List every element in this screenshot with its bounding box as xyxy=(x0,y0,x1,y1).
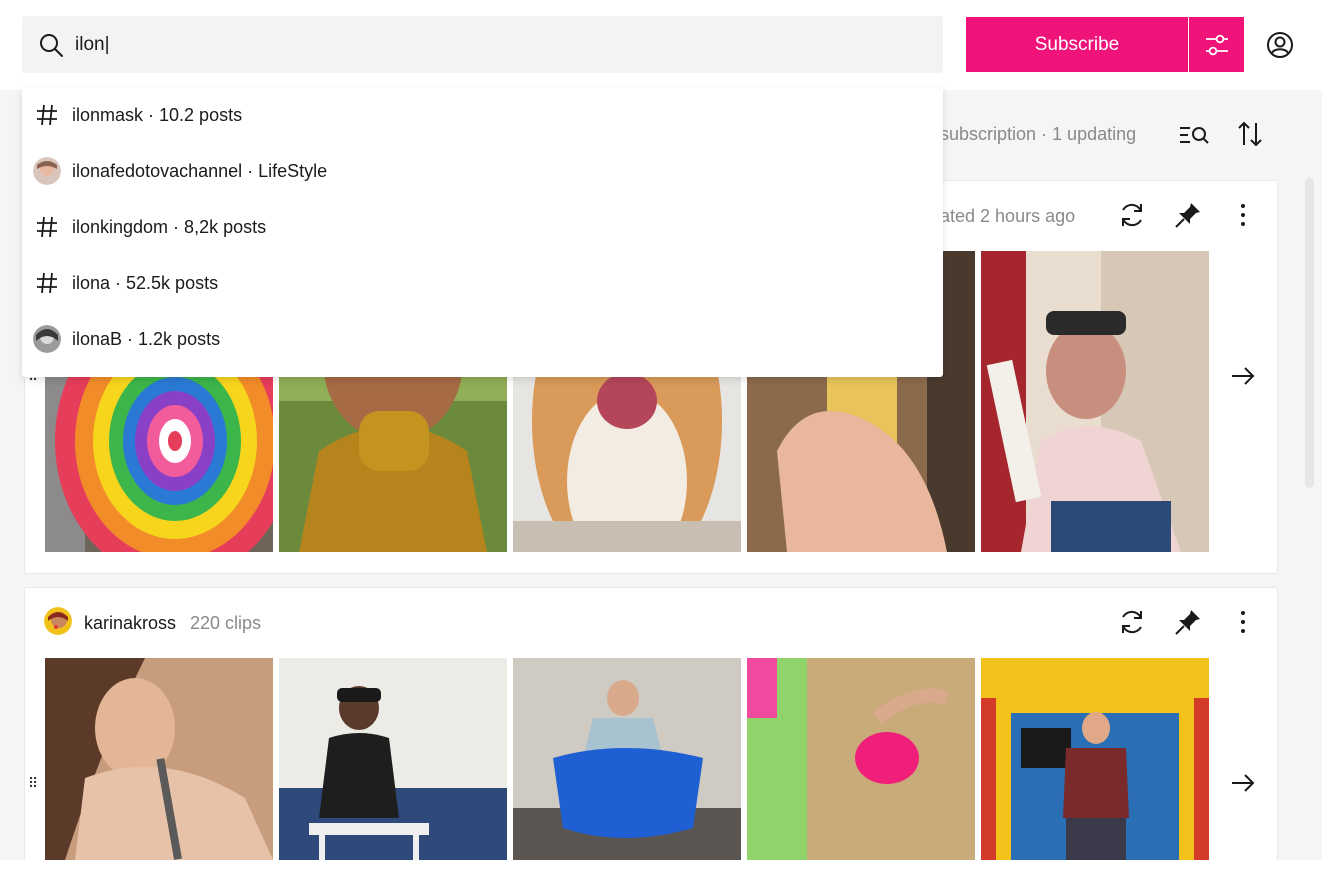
clip-thumbnail[interactable] xyxy=(981,658,1209,860)
clip-count: 220 clips xyxy=(190,613,262,633)
more-icon[interactable] xyxy=(1228,200,1258,230)
clip-thumbnail[interactable] xyxy=(279,658,507,860)
suggestion-label: ilona · 52.5k posts xyxy=(72,272,219,293)
card-updated-text: ated 2 hours ago xyxy=(940,206,1076,226)
avatar xyxy=(44,607,72,635)
filter-sliders-icon xyxy=(1205,34,1228,55)
avatar xyxy=(33,325,61,353)
pin-icon[interactable] xyxy=(1173,200,1203,230)
suggestion-item[interactable]: ilonafedotovachannel · LifeStyle xyxy=(22,143,943,199)
search-input[interactable]: ilon| xyxy=(75,34,110,56)
suggestion-item[interactable]: ilona · 52.5k posts xyxy=(22,255,943,311)
suggestion-label: ilonafedotovachannel · LifeStyle xyxy=(72,160,328,181)
top-bar: ilon| Subscribe xyxy=(0,0,1322,90)
clip-thumbnail[interactable] xyxy=(513,658,741,860)
sort-icon[interactable] xyxy=(1236,119,1264,149)
search-icon xyxy=(40,34,63,57)
avatar xyxy=(33,157,61,185)
search-suggestions: ilonmask · 10.2 posts ilonafedotovachann… xyxy=(22,87,943,377)
hashtag-icon xyxy=(34,214,60,240)
search-box[interactable]: ilon| xyxy=(22,16,943,73)
list-search-icon[interactable] xyxy=(1178,120,1210,150)
suggestion-label: ilonmask · 10.2 posts xyxy=(72,104,243,125)
suggestion-label: ilonkingdom · 8,2k posts xyxy=(72,216,267,237)
clip-thumbnail[interactable] xyxy=(45,658,273,860)
arrow-right-icon[interactable] xyxy=(1228,768,1258,798)
suggestion-item[interactable]: ilonmask · 10.2 posts xyxy=(22,87,943,143)
suggestion-item[interactable]: ilonaB · 1.2k posts xyxy=(22,311,943,367)
channel-name[interactable]: karinakross xyxy=(84,613,176,634)
filter-button[interactable] xyxy=(1189,17,1244,72)
scrollbar[interactable] xyxy=(1305,178,1314,488)
arrow-right-icon[interactable] xyxy=(1228,361,1258,391)
refresh-icon[interactable] xyxy=(1117,200,1147,230)
bottom-bar xyxy=(0,860,1322,894)
clip-thumbnail[interactable] xyxy=(747,658,975,860)
hashtag-icon xyxy=(34,270,60,296)
drag-handle-icon[interactable]: ⠿ xyxy=(28,776,38,790)
hashtag-icon xyxy=(34,102,60,128)
suggestion-item[interactable]: ilonkingdom · 8,2k posts xyxy=(22,199,943,255)
suggestion-label: ilonaB · 1.2k posts xyxy=(72,328,221,349)
pin-icon[interactable] xyxy=(1173,607,1203,637)
more-icon[interactable] xyxy=(1228,607,1258,637)
subscribe-button[interactable]: Subscribe xyxy=(966,17,1188,72)
account-icon[interactable] xyxy=(1265,30,1295,60)
subscription-status: subscription · 1 updating xyxy=(940,124,1137,144)
clip-thumbnail[interactable] xyxy=(981,251,1209,552)
refresh-icon[interactable] xyxy=(1117,607,1147,637)
